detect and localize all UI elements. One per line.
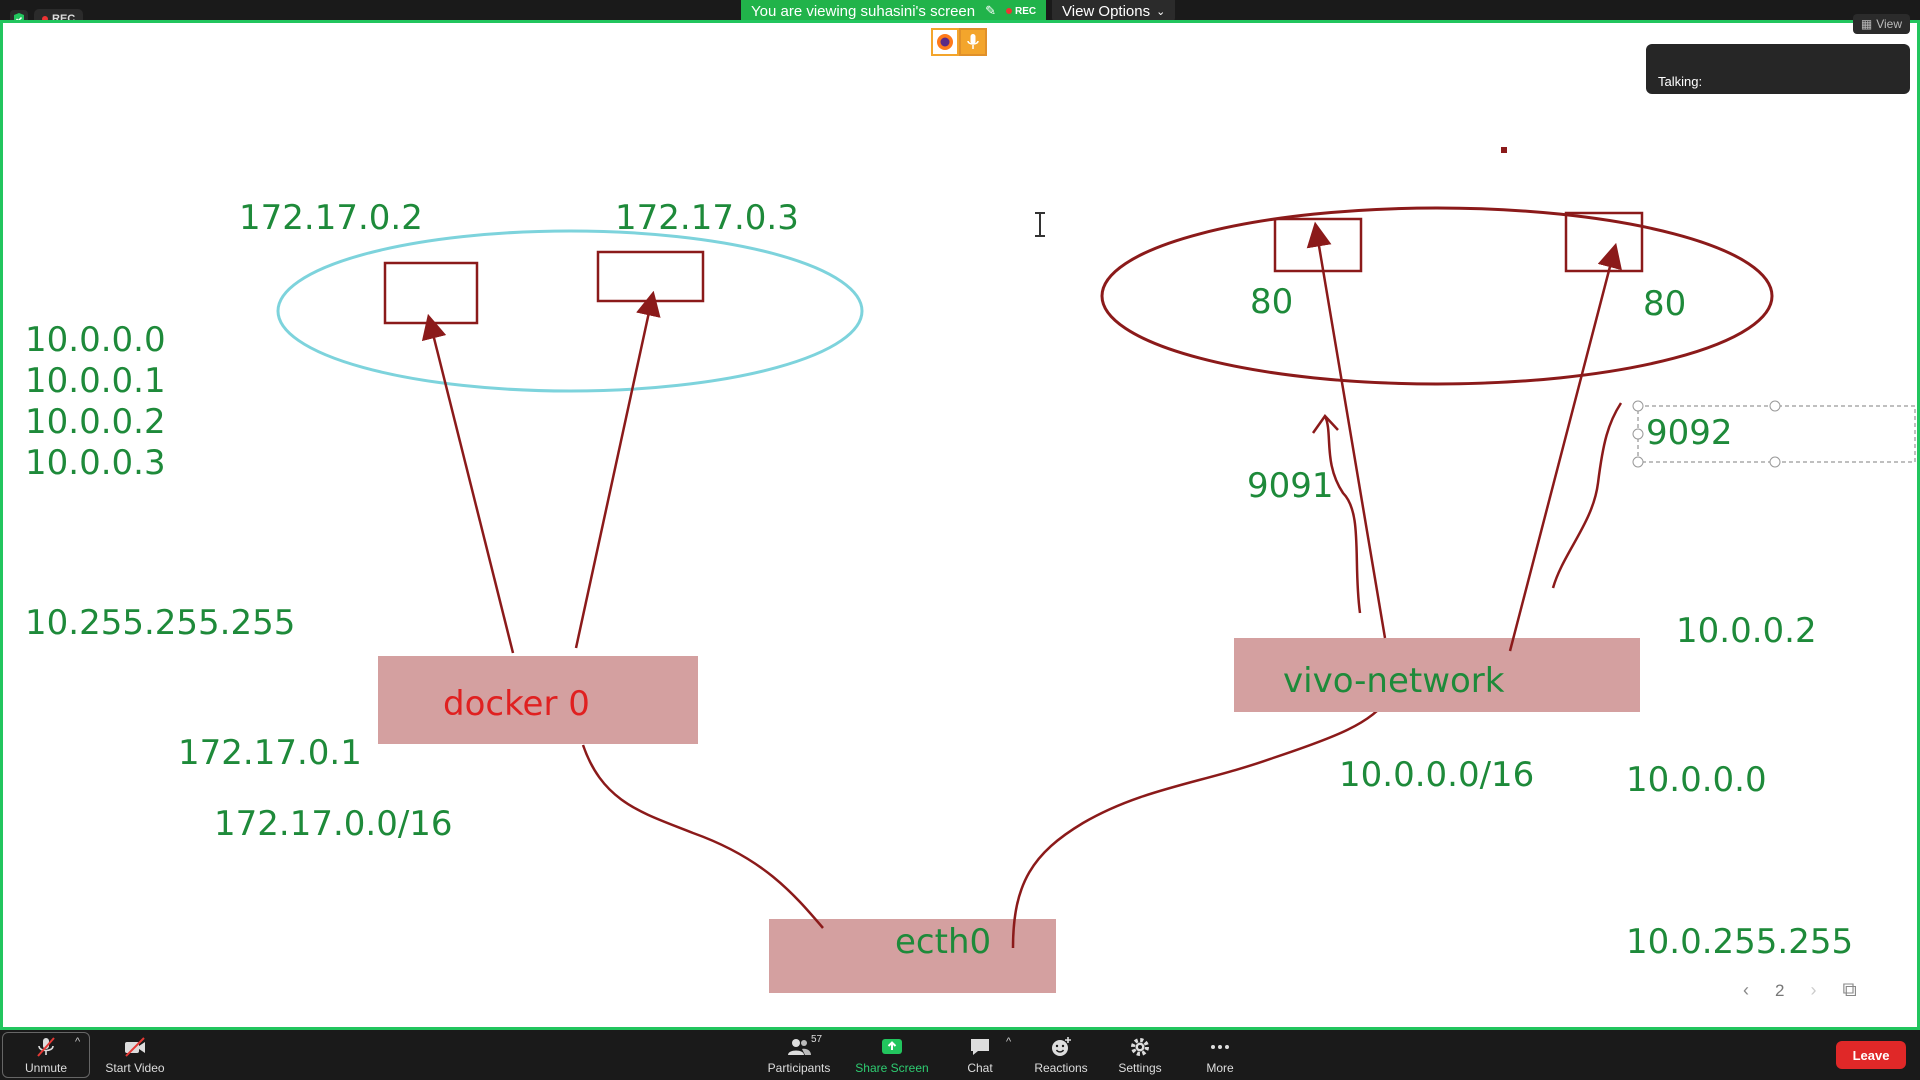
docker-container-ellipse [276,229,864,393]
arrow-docker-to-c2 [574,290,661,649]
gear-icon [1131,1037,1149,1056]
shared-screen: 10.0.0.0 10.0.0.1 10.0.0.2 10.0.0.3 10.2… [0,20,1920,1030]
ecth0-label: ecth0 [895,922,992,962]
left-ip-4: 10.0.0.3 [25,443,166,483]
talking-indicator-panel: Talking: [1646,44,1910,94]
view-button[interactable]: ▦ View [1852,14,1910,34]
page-navigation: ‹ 2 › ⧉ [1743,979,1857,1002]
text-cursor-icon [1035,212,1045,237]
start-video-label: Start Video [105,1060,165,1075]
selection-handle[interactable] [1769,400,1781,412]
selection-handle[interactable] [1632,456,1644,468]
chat-options-caret-icon[interactable]: ^ [1006,1036,1011,1048]
chat-label: Chat [967,1060,993,1075]
host-port-9091: 9091 [1247,466,1334,506]
more-label: More [1206,1060,1234,1075]
stray-dot [1501,147,1507,153]
leave-button[interactable]: Leave [1836,1041,1906,1069]
audio-options-caret-icon[interactable]: ^ [75,1036,80,1048]
talking-label: Talking: [1658,74,1703,89]
banner-rec-label: REC [1015,5,1037,17]
start-video-button[interactable]: Start Video [100,1030,170,1080]
left-broadcast: 10.255.255.255 [25,603,296,643]
settings-button[interactable]: Settings [1110,1030,1170,1080]
video-off-icon [125,1036,145,1057]
reactions-label: Reactions [1034,1060,1088,1075]
share-screen-icon [882,1038,902,1054]
left-ip-1: 10.0.0.0 [25,320,166,360]
chat-button[interactable]: Chat [950,1030,1010,1080]
vivo-network-label: vivo-network [1283,661,1505,701]
reactions-button[interactable]: Reactions [1028,1030,1094,1080]
port-label-right: 80 [1643,284,1687,324]
share-screen-button[interactable]: Share Screen [850,1030,934,1080]
vivo-subnet: 10.0.0.0/16 [1339,755,1535,795]
view-options-button[interactable]: View Options ⌄ [1052,0,1176,22]
vivo-to-ecth-line [1011,697,1390,949]
more-button[interactable]: More [1190,1030,1250,1080]
right-ip-1: 10.0.0.2 [1676,611,1817,651]
microphone-muted-icon [37,1036,55,1057]
participants-button[interactable]: Participants [758,1030,840,1080]
share-screen-label: Share Screen [855,1060,929,1075]
arrow-vivo-to-c2 [1508,242,1622,652]
port-label-left: 80 [1250,282,1294,322]
right-broadcast: 10.0.255.255 [1626,922,1854,962]
arrow-vivo-to-c1 [1306,221,1387,639]
page-number: 2 [1775,980,1785,1000]
container-ip-1: 172.17.0.2 [239,198,423,238]
chat-icon [971,1038,989,1055]
arrow-docker-to-c1 [421,313,515,654]
selection-handle[interactable] [1632,400,1644,412]
left-ip-3: 10.0.0.2 [25,402,166,442]
presenter-app-icons [931,28,987,60]
container-ip-2: 172.17.0.3 [615,198,799,238]
view-button-label: View [1876,17,1902,31]
chevron-left-icon[interactable]: ‹ [1743,980,1749,1001]
firefox-icon [931,28,959,56]
grid-view-icon: ▦ [1860,17,1873,31]
right-ip-2: 10.0.0.0 [1626,760,1767,800]
banner-rec-indicator: REC [1006,6,1036,17]
leave-label: Leave [1852,1047,1890,1063]
viewing-text: You are viewing suhasini's screen [751,2,976,20]
left-ip-2: 10.0.0.1 [25,361,166,401]
top-bar: REC You are viewing suhasini's screen ✎ … [0,0,1920,29]
reactions-icon [1052,1036,1071,1056]
port-9092-arrow [1551,402,1623,589]
whiteboard-drawing [276,147,1916,993]
microphone-icon [959,28,987,56]
host-port-9092[interactable]: 9092 [1646,416,1733,450]
docker-ip: 172.17.0.1 [178,733,362,773]
participants-icon [788,1038,811,1055]
chevron-down-icon: ⌄ [1156,5,1166,18]
new-page-icon[interactable]: ⧉ [1842,979,1856,1002]
view-options-label: View Options [1062,2,1151,20]
more-dots-icon [1211,1044,1229,1049]
viewing-banner: You are viewing suhasini's screen ✎ REC [741,0,1047,22]
docker-to-ecth-line [581,744,824,929]
meeting-toolbar: Unmute ^ Start Video Participants 57 Sha… [0,1030,1920,1080]
docker-subnet: 172.17.0.0/16 [214,804,453,844]
chevron-right-icon[interactable]: › [1810,980,1816,1001]
unmute-label: Unmute [24,1060,68,1075]
container-box-2 [596,250,705,303]
participants-count: 57 [811,1034,823,1045]
pen-icon: ✎ [985,3,997,18]
selection-handle[interactable] [1769,456,1781,468]
zoom-window: REC You are viewing suhasini's screen ✎ … [0,0,1920,1080]
vivo-container-box-2 [1564,211,1644,273]
selection-handle[interactable] [1632,428,1644,440]
settings-label: Settings [1118,1060,1162,1075]
docker0-label: docker 0 [443,684,590,724]
container-box-1 [383,261,479,325]
participants-label: Participants [767,1060,831,1075]
record-dot-icon [1006,8,1013,14]
